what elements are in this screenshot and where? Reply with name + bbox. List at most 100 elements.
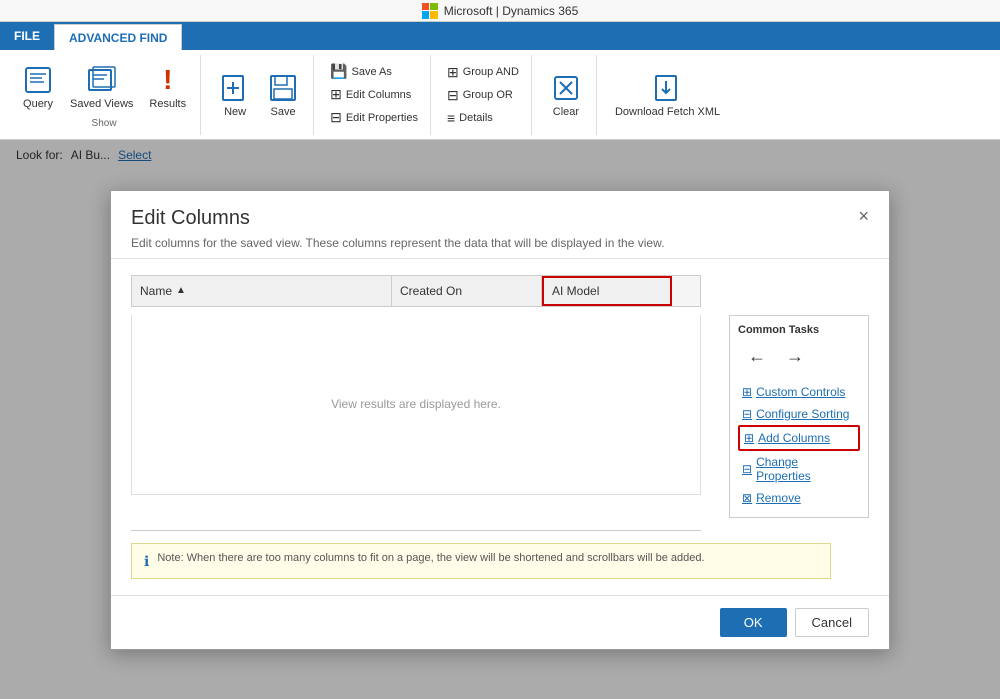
- edit-columns-label: Edit Columns: [346, 89, 411, 101]
- ribbon-group-clear: Clear: [536, 55, 597, 135]
- dialog-footer: OK Cancel: [111, 595, 889, 649]
- custom-controls-label: Custom Controls: [756, 385, 845, 399]
- task-remove[interactable]: ⊠ Remove: [738, 487, 860, 509]
- task-add-columns[interactable]: ⊞ Add Columns: [738, 425, 860, 451]
- top-bar: Microsoft | Dynamics 365: [0, 0, 1000, 22]
- ribbon-btn-details[interactable]: ≡ Details: [443, 108, 523, 128]
- ribbon-tabs: FILE ADVANCED FIND: [0, 22, 1000, 50]
- saved-views-label: Saved Views: [70, 98, 133, 110]
- group-and-label: Group AND: [463, 66, 519, 78]
- nav-arrows: ← →: [738, 344, 860, 369]
- results-label: Results: [149, 98, 186, 110]
- sort-arrow: ▲: [176, 285, 186, 296]
- ribbon-edit-buttons: 💾 Save As ⊞ Edit Columns ⊟ Edit Properti…: [326, 61, 422, 128]
- edit-properties-label: Edit Properties: [346, 112, 418, 124]
- ribbon-btn-edit-columns[interactable]: ⊞ Edit Columns: [326, 84, 422, 105]
- new-label: New: [224, 106, 246, 118]
- download-label: Download Fetch XML: [615, 106, 720, 118]
- clear-icon: [550, 72, 582, 104]
- group-and-icon: ⊞: [447, 64, 459, 81]
- clear-label: Clear: [553, 106, 579, 118]
- ribbon-group-grouping: ⊞ Group AND ⊟ Group OR ≡ Details: [435, 55, 532, 135]
- save-icon: [267, 72, 299, 104]
- common-tasks-panel: Common Tasks ← → ⊞ Custom Controls ⊟ Con…: [729, 315, 869, 518]
- tab-advanced-find[interactable]: ADVANCED FIND: [54, 24, 182, 50]
- change-properties-label: Change Properties: [756, 455, 856, 483]
- col-name-label: Name: [140, 284, 172, 298]
- save-label: Save: [271, 106, 296, 118]
- modal-overlay: Edit Columns Edit columns for the saved …: [0, 140, 1000, 699]
- configure-sorting-icon: ⊟: [742, 407, 752, 421]
- save-as-icon: 💾: [330, 63, 347, 80]
- ribbon-btn-clear[interactable]: Clear: [544, 68, 588, 122]
- nav-arrow-left[interactable]: ←: [746, 344, 768, 369]
- edit-columns-dialog: Edit Columns Edit columns for the saved …: [110, 190, 890, 650]
- cancel-button[interactable]: Cancel: [795, 608, 869, 637]
- task-change-properties[interactable]: ⊟ Change Properties: [738, 451, 860, 487]
- task-custom-controls[interactable]: ⊞ Custom Controls: [738, 381, 860, 403]
- group-or-icon: ⊟: [447, 87, 459, 104]
- dialog-close-button[interactable]: ×: [858, 207, 869, 225]
- ok-button[interactable]: OK: [720, 608, 787, 637]
- ribbon-btn-results[interactable]: ! Results: [143, 60, 192, 114]
- new-icon: [219, 72, 251, 104]
- view-area: View results are displayed here. Common …: [131, 315, 869, 518]
- table-section: View results are displayed here.: [131, 315, 713, 518]
- empty-view: View results are displayed here.: [131, 315, 701, 495]
- group-or-label: Group OR: [463, 89, 513, 101]
- ribbon-btn-save-as[interactable]: 💾 Save As: [326, 61, 422, 82]
- ribbon-records-buttons: New Save: [213, 68, 305, 122]
- dialog-body: Name ▲ Created On AI Model View results …: [111, 259, 889, 595]
- common-tasks-title: Common Tasks: [738, 324, 860, 336]
- nav-arrow-right[interactable]: →: [784, 344, 806, 369]
- edit-properties-icon: ⊟: [330, 109, 342, 126]
- add-columns-label: Add Columns: [758, 431, 830, 445]
- download-icon: [652, 72, 684, 104]
- ribbon-btn-new[interactable]: New: [213, 68, 257, 122]
- tab-file[interactable]: FILE: [0, 22, 54, 50]
- ribbon-btn-query[interactable]: Query: [16, 60, 60, 114]
- col-header-created-on[interactable]: Created On: [392, 276, 542, 306]
- ribbon-show-buttons: Query Saved Views ! Results: [16, 60, 192, 114]
- note-icon: ℹ: [144, 553, 149, 570]
- ribbon-group-buttons: ⊞ Group AND ⊟ Group OR ≡ Details: [443, 62, 523, 128]
- dialog-title: Edit Columns: [131, 207, 664, 230]
- change-properties-icon: ⊟: [742, 462, 752, 476]
- ribbon-group-records: New Save: [205, 55, 314, 135]
- query-icon: [22, 64, 54, 96]
- main-area: Look for: AI Bu... Select Edit Columns E…: [0, 140, 1000, 699]
- ribbon-group-download: Download Fetch XML: [601, 55, 734, 135]
- col-ai-model-label: AI Model: [552, 284, 599, 298]
- note-box: ℹ Note: When there are too many columns …: [131, 543, 831, 579]
- brand-text: Microsoft | Dynamics 365: [444, 4, 579, 18]
- details-label: Details: [459, 112, 493, 124]
- ribbon-btn-saved-views[interactable]: Saved Views: [64, 60, 139, 114]
- results-icon: !: [152, 64, 184, 96]
- remove-icon: ⊠: [742, 491, 752, 505]
- col-created-label: Created On: [400, 284, 462, 298]
- save-as-label: Save As: [352, 66, 392, 78]
- task-configure-sorting[interactable]: ⊟ Configure Sorting: [738, 403, 860, 425]
- add-columns-icon: ⊞: [744, 431, 754, 445]
- configure-sorting-label: Configure Sorting: [756, 407, 849, 421]
- col-header-ai-model[interactable]: AI Model: [542, 276, 672, 306]
- dialog-header: Edit Columns Edit columns for the saved …: [111, 191, 889, 259]
- brand-label: Microsoft | Dynamics 365: [422, 3, 579, 19]
- ribbon-group-edit: 💾 Save As ⊞ Edit Columns ⊟ Edit Properti…: [318, 55, 431, 135]
- col-header-name[interactable]: Name ▲: [132, 276, 392, 306]
- ribbon-btn-save[interactable]: Save: [261, 68, 305, 122]
- show-group-label: Show: [92, 118, 117, 129]
- ms-logo: [422, 3, 438, 19]
- ribbon-btn-group-or[interactable]: ⊟ Group OR: [443, 85, 523, 106]
- saved-views-icon: [86, 64, 118, 96]
- remove-label: Remove: [756, 491, 801, 505]
- note-text: Note: When there are too many columns to…: [157, 552, 704, 564]
- divider: [131, 530, 701, 531]
- ribbon-btn-download[interactable]: Download Fetch XML: [609, 68, 726, 122]
- ribbon-btn-edit-properties[interactable]: ⊟ Edit Properties: [326, 107, 422, 128]
- ribbon: Query Saved Views ! Results Show: [0, 50, 1000, 140]
- custom-controls-icon: ⊞: [742, 385, 752, 399]
- dialog-header-content: Edit Columns Edit columns for the saved …: [131, 207, 664, 250]
- ribbon-btn-group-and[interactable]: ⊞ Group AND: [443, 62, 523, 83]
- details-icon: ≡: [447, 110, 455, 126]
